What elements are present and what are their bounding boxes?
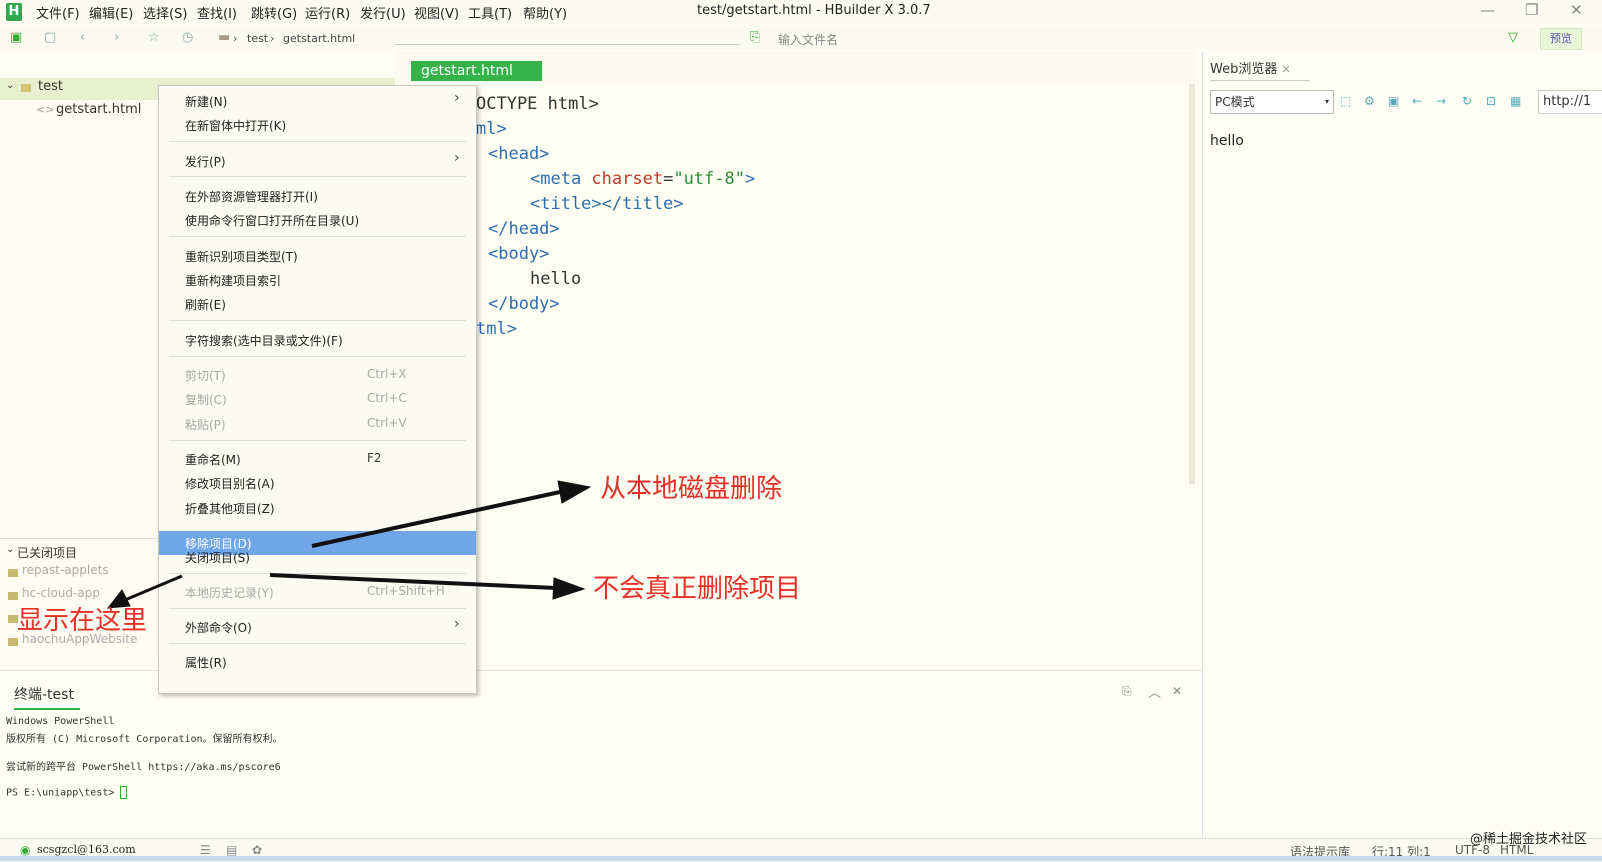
watermark: @稀土掘金技术社区 — [1470, 832, 1588, 847]
user-icon: ◉ — [20, 843, 31, 857]
annotation-arrows — [106, 480, 592, 609]
bottom-strip — [0, 856, 1602, 861]
annotation-not-delete: 不会真正删除项目 — [593, 574, 802, 604]
annotation-delete-disk: 从本地磁盘删除 — [600, 474, 783, 504]
plugin-icon[interactable]: ✿ — [252, 843, 262, 857]
arrow-head-delete-disk — [557, 480, 592, 504]
console-icon[interactable]: ▤ — [226, 843, 237, 857]
annotation-show-here: 显示在这里 — [17, 606, 148, 636]
arrow-head-not-delete — [552, 577, 586, 600]
outline-icon[interactable]: ☰ — [200, 843, 211, 857]
arrow-line-show-here — [124, 574, 183, 602]
arrow-line-delete-disk — [311, 490, 561, 548]
arrow-line-not-delete — [269, 573, 557, 590]
user-account[interactable]: scsgzcl@163.com — [37, 843, 136, 856]
